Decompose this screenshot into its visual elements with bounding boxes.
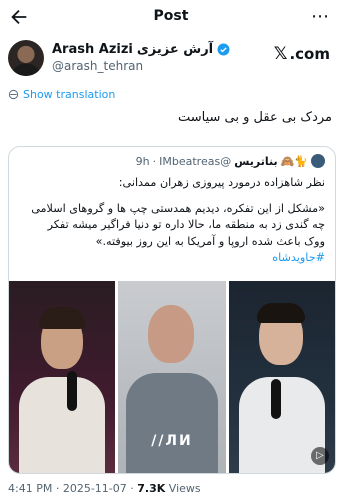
quote-line-1: نظر شاهزاده درمورد پیروزی زهران ممدانی:: [118, 176, 325, 189]
video-media[interactable]: //ЛИ ▷: [9, 281, 335, 473]
page-title: Post: [153, 8, 189, 24]
quote-header: 🐈🙈 بناتریس @IMbeatreas · 9h: [136, 154, 325, 168]
view-count: 7.3K: [137, 482, 166, 495]
author-avatar[interactable]: [8, 40, 44, 76]
author-name[interactable]: Arash Azizi: [52, 42, 133, 57]
quote-handle: @IMbeatreas: [159, 154, 232, 168]
post-time: 4:41 PM: [8, 482, 53, 495]
author-handle[interactable]: @arash_tehran: [52, 59, 143, 73]
emoji-icons: 🐈🙈: [280, 154, 308, 168]
author-name-fa: آرش عزیزی: [136, 42, 214, 57]
more-options-icon[interactable]: ⋯: [311, 6, 330, 27]
quote-avatar: [311, 154, 325, 168]
views-label: Views: [168, 482, 201, 495]
video-panel-left: [9, 281, 115, 473]
brand-label: .com: [289, 45, 330, 63]
x-com-link[interactable]: 𝕏 .com: [274, 44, 330, 64]
quote-author-name: بناتریس: [234, 154, 278, 168]
author-name-row[interactable]: Arash Azizi آرش عزیزی: [52, 42, 230, 57]
show-translation-link[interactable]: Show translation: [8, 88, 115, 101]
hashtag-link[interactable]: #جاویدشاه: [19, 250, 325, 267]
video-panel-center: //ЛИ: [118, 281, 226, 473]
top-bar: Post ⋯: [0, 0, 342, 34]
translate-icon: [8, 89, 19, 100]
x-logo-icon: 𝕏: [273, 44, 288, 64]
post-date: 2025-11-07: [62, 482, 127, 495]
quote-time: 9h: [135, 154, 150, 168]
quoted-tweet[interactable]: 🐈🙈 بناتریس @IMbeatreas · 9h نظر شاهزاده …: [8, 146, 336, 474]
tweet-text: مردک بی عقل و بی سیاست: [177, 110, 332, 125]
mute-speaker-icon[interactable]: ▷: [311, 447, 329, 465]
quote-text: نظر شاهزاده درمورد پیروزی زهران ممدانی: …: [19, 175, 325, 267]
quote-line-4: ووک باعث شده اروپا و آمریکا به این روز ب…: [95, 234, 325, 248]
show-translation-label[interactable]: Show translation: [23, 88, 115, 101]
quote-line-2: «مشکل از این تفکره، دیدیم همدستی چپ ها و…: [31, 201, 325, 215]
quote-line-3: چه گندی زد به منطقه ما، حالا داره تو دنی…: [47, 218, 325, 231]
video-panel-right: ▷: [229, 281, 335, 473]
video-watermark: //ЛИ: [151, 433, 193, 449]
verified-badge-icon: [217, 43, 230, 56]
post-meta: 4:41 PM · 2025-11-07 · 7.3K Views: [8, 482, 201, 495]
